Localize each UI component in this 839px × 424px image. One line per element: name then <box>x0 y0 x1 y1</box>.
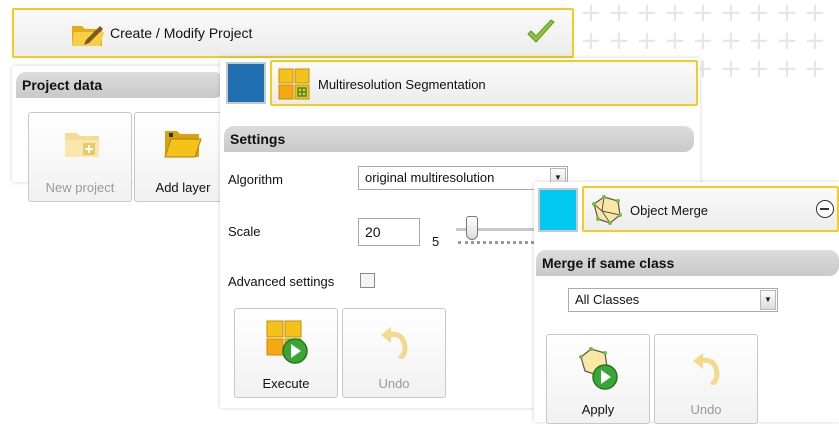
slider-thumb[interactable] <box>466 216 478 240</box>
apply-button[interactable]: Apply <box>546 334 650 424</box>
create-modify-project-title: Create / Modify Project <box>110 25 253 41</box>
execute-label: Execute <box>262 376 310 391</box>
plus-mark: + <box>720 26 742 56</box>
plus-mark: + <box>692 26 714 56</box>
multiresolution-segmentation-icon <box>278 68 310 103</box>
plus-mark: + <box>776 54 798 84</box>
new-project-label: New project <box>45 180 115 195</box>
segmentation-undo-label: Undo <box>378 376 410 391</box>
scale-value: 20 <box>365 224 381 240</box>
plus-mark: + <box>804 0 826 28</box>
merge-if-same-class-header: Merge if same class <box>536 250 839 276</box>
merge-undo-button[interactable]: Undo <box>654 334 758 424</box>
plus-mark: + <box>692 0 714 28</box>
segmentation-title: Multiresolution Segmentation <box>318 77 486 92</box>
plus-mark: + <box>748 0 770 28</box>
plus-mark: + <box>748 26 770 56</box>
class-chevron-down-icon[interactable]: ▼ <box>760 290 776 310</box>
merge-undo-arrow-icon <box>691 351 723 388</box>
scale-slider[interactable] <box>456 214 536 250</box>
plus-mark: + <box>804 26 826 56</box>
plus-mark: + <box>608 26 630 56</box>
object-merge-title: Object Merge <box>630 203 709 218</box>
plus-mark: + <box>580 0 602 28</box>
apply-icon <box>577 345 621 394</box>
checkmark-icon <box>526 19 556 50</box>
class-value: All Classes <box>575 292 640 307</box>
plus-mark: + <box>580 26 602 56</box>
advanced-settings-checkbox[interactable] <box>360 273 375 288</box>
add-layer-label: Add layer <box>155 180 211 195</box>
segmentation-title-bar[interactable]: Multiresolution Segmentation <box>270 60 698 106</box>
project-data-header: Project data <box>16 72 224 98</box>
plus-mark: + <box>776 26 798 56</box>
plus-mark: + <box>636 26 658 56</box>
scale-label: Scale <box>228 224 261 239</box>
add-layer-button[interactable]: Add layer <box>134 112 232 202</box>
execute-icon <box>265 319 309 368</box>
plus-mark: + <box>636 0 658 28</box>
class-select[interactable]: All Classes ▼ <box>568 288 778 312</box>
execute-button[interactable]: Execute <box>234 308 338 398</box>
segmentation-undo-button[interactable]: Undo <box>342 308 446 398</box>
plus-mark: + <box>804 54 826 84</box>
algorithm-value: original multiresolution <box>365 170 495 185</box>
merge-undo-label: Undo <box>690 402 722 417</box>
new-project-button[interactable]: New project <box>28 112 132 202</box>
settings-header: Settings <box>224 126 694 152</box>
merge-color-swatch <box>538 188 578 232</box>
scale-min-label: 5 <box>432 234 440 249</box>
plus-mark: + <box>664 26 686 56</box>
merge-color-fill <box>540 190 576 230</box>
advanced-settings-label: Advanced settings <box>228 274 335 289</box>
plus-mark: + <box>664 0 686 28</box>
plus-mark: + <box>776 0 798 28</box>
object-merge-panel: Object Merge Merge if same class All Cla… <box>534 182 839 424</box>
segmentation-color-fill <box>228 64 264 102</box>
undo-arrow-icon <box>379 325 411 362</box>
new-folder-icon <box>63 127 101 162</box>
object-merge-icon <box>590 194 624 229</box>
plus-mark: + <box>748 54 770 84</box>
open-folder-icon <box>163 127 203 162</box>
project-data-panel: Project data New project Add layer <box>12 66 232 202</box>
apply-label: Apply <box>581 402 615 417</box>
plus-mark: + <box>720 0 742 28</box>
algorithm-label: Algorithm <box>228 172 283 187</box>
plus-mark: + <box>720 54 742 84</box>
scale-input[interactable]: 20 <box>358 218 420 246</box>
plus-mark: + <box>608 0 630 28</box>
minus-bar <box>820 208 829 210</box>
folder-pen-icon <box>70 20 106 51</box>
minus-circle-icon[interactable] <box>816 200 834 218</box>
object-merge-title-bar[interactable]: Object Merge <box>582 186 839 232</box>
segmentation-color-swatch <box>226 62 266 104</box>
create-modify-project-bar[interactable]: Create / Modify Project <box>12 8 574 58</box>
